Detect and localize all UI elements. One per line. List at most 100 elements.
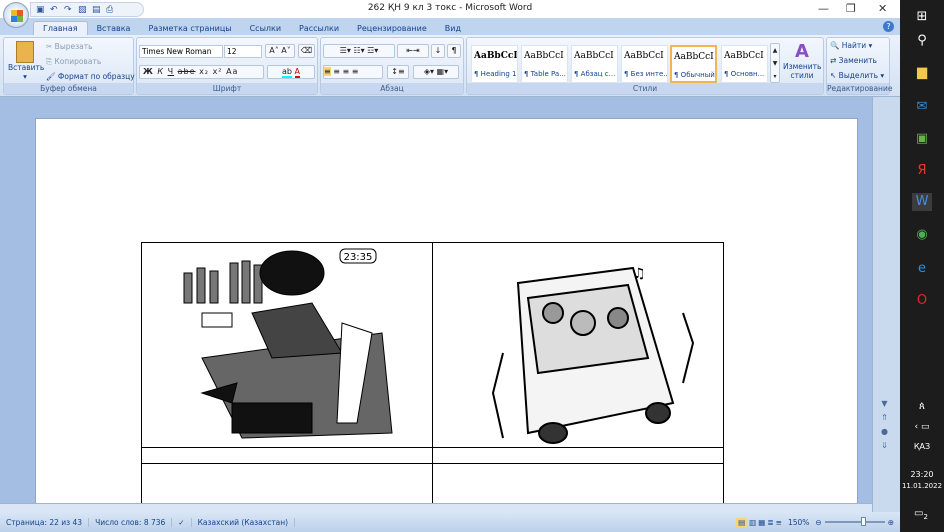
tab-view[interactable]: Вид xyxy=(436,22,470,36)
vertical-scrollbar[interactable]: ▼ ⇑ ● ⇓ xyxy=(872,97,900,512)
font-name-select[interactable]: Times New Roman xyxy=(139,45,223,58)
tab-references[interactable]: Ссылки xyxy=(241,22,290,36)
zoom-in-icon[interactable]: ⊕ xyxy=(888,518,894,527)
language[interactable]: Казахский (Казахстан) xyxy=(192,517,296,527)
font-size-select[interactable]: 12 xyxy=(224,45,262,58)
clear-format-icon[interactable]: ⌫ xyxy=(298,44,315,58)
highlight-color-button[interactable]: ab A xyxy=(267,65,315,79)
change-styles-button[interactable]: A Изменить стили xyxy=(783,41,821,80)
sort-icon[interactable]: ↓ xyxy=(431,44,445,58)
style-body[interactable]: AaBbCcI ¶ Основн... xyxy=(721,45,768,83)
undo-icon[interactable]: ↶ xyxy=(50,5,60,15)
underline-button[interactable]: Ч xyxy=(168,67,174,76)
opera-icon[interactable]: O xyxy=(912,292,932,310)
print-layout-icon[interactable]: ▤ xyxy=(736,517,748,527)
format-painter-button[interactable]: 🖌 Формат по образцу xyxy=(46,72,135,81)
svg-text:♫: ♫ xyxy=(633,266,646,282)
copy-button[interactable]: ⎘ Копировать xyxy=(46,57,101,67)
line-spacing-icon[interactable]: ↕≡ xyxy=(387,65,409,79)
start-icon[interactable]: ⊞ xyxy=(912,8,932,26)
styles-scroll[interactable]: ▲ ▼ ▾ xyxy=(770,43,780,83)
clock-date[interactable]: 11.01.2022 xyxy=(900,482,944,490)
editing-group: 🔍 Найти ▾ ⇄ Заменить ↖ Выделить ▾ Редакт… xyxy=(826,37,892,95)
style-no-spacing[interactable]: AaBbCcI ¶ Без инте... xyxy=(621,45,668,83)
yandex-icon[interactable]: Я xyxy=(912,162,932,180)
paragraph-label: Абзац xyxy=(321,83,463,94)
paste-button[interactable]: Вставить ▾ xyxy=(8,41,44,81)
tab-mailings[interactable]: Рассылки xyxy=(290,22,348,36)
chrome-icon[interactable]: ◉ xyxy=(912,226,932,244)
horizontal-scrollbar[interactable] xyxy=(0,503,872,512)
table-cell[interactable] xyxy=(432,447,724,464)
word-count[interactable]: Число слов: 8 736 xyxy=(89,517,173,527)
replace-button[interactable]: ⇄ Заменить xyxy=(830,56,877,65)
browse-buttons[interactable]: ▼ ⇑ ● ⇓ xyxy=(881,397,888,453)
zoom-out-icon[interactable]: ⊖ xyxy=(815,518,821,527)
draft-icon[interactable]: ≡ xyxy=(776,518,782,527)
superscript-button[interactable]: x² xyxy=(213,67,223,76)
styles-icon: A xyxy=(795,41,809,62)
notifications-icon[interactable]: ▭2 xyxy=(914,508,928,521)
change-case-button[interactable]: Aa xyxy=(226,67,238,76)
store-icon[interactable]: ▣ xyxy=(912,130,932,148)
print-icon[interactable]: ⎙ xyxy=(106,5,116,15)
image-icon[interactable]: ▧ xyxy=(78,5,88,15)
tab-review[interactable]: Рецензирование xyxy=(348,22,436,36)
table-cell-bar-image: 23:35 xyxy=(141,242,433,448)
indent-buttons[interactable]: ⇤⇥ xyxy=(397,44,429,58)
clock-time[interactable]: 23:20 xyxy=(900,470,944,479)
find-button[interactable]: 🔍 Найти ▾ xyxy=(830,41,872,50)
list-buttons[interactable]: ☰▾ ☷▾ ☲▾ xyxy=(323,44,395,58)
font-color-button[interactable]: A xyxy=(294,67,300,78)
save-icon[interactable]: ▣ xyxy=(36,5,46,15)
redo-icon[interactable]: ↷ xyxy=(64,5,74,15)
file-explorer-icon[interactable]: ▆ xyxy=(912,64,932,82)
clipboard-icon xyxy=(16,41,34,63)
clock-text: 23:35 xyxy=(344,252,373,263)
zoom-level[interactable]: 150% xyxy=(788,518,809,527)
tray-icons[interactable]: ‹ ▭ xyxy=(906,418,938,436)
font-grow-shrink[interactable]: A˄ A˅ xyxy=(265,44,295,58)
edge-icon[interactable]: e xyxy=(912,260,932,278)
tab-page-layout[interactable]: Разметка страницы xyxy=(139,22,240,36)
word-icon[interactable]: W xyxy=(912,193,932,211)
search-icon[interactable]: ⚲ xyxy=(912,32,932,50)
align-buttons[interactable]: ≡ ≡ ≡ ≡ xyxy=(323,65,383,79)
strike-button[interactable]: abe xyxy=(178,67,196,76)
subscript-button[interactable]: x₂ xyxy=(199,67,209,76)
style-table-paragraph[interactable]: AaBbCcI ¶ Table Pa... xyxy=(521,45,568,83)
minimize-button[interactable]: — xyxy=(818,2,829,15)
tab-home[interactable]: Главная xyxy=(33,21,88,36)
pilcrow-button[interactable]: ¶ xyxy=(447,44,461,58)
help-icon[interactable]: ? xyxy=(883,21,894,32)
cut-button[interactable]: ✂ Вырезать xyxy=(46,42,93,51)
style-list-paragraph[interactable]: AaBbCcI ¶ Абзац с... xyxy=(571,45,618,83)
zoom-slider[interactable] xyxy=(824,517,885,526)
spellcheck-icon[interactable]: ✓ xyxy=(172,517,192,527)
outline-icon[interactable]: ≣ xyxy=(767,518,773,527)
table-cell[interactable] xyxy=(141,447,433,464)
mail-icon[interactable]: ✉ xyxy=(912,98,932,116)
align-left-icon[interactable]: ≡ xyxy=(324,67,331,76)
style-normal[interactable]: AaBbCcI ¶ Обычный xyxy=(670,45,717,83)
view-buttons: ▤ ▥ ▦ ≣ ≡ xyxy=(736,517,782,527)
quick-access-toolbar: ▣ ↶ ↷ ▧ ▤ ⎙ xyxy=(30,2,144,17)
document-page[interactable]: 23:35 ♫ xyxy=(35,118,858,524)
style-heading-1[interactable]: AaBbCcI ¶ Heading 1 xyxy=(471,45,518,83)
shading-border-buttons[interactable]: ◈▾ ▦▾ xyxy=(413,65,459,79)
close-button[interactable]: ✕ xyxy=(878,2,887,15)
select-button[interactable]: ↖ Выделить ▾ xyxy=(830,71,884,80)
office-button[interactable] xyxy=(3,2,29,28)
tab-insert[interactable]: Вставка xyxy=(88,22,140,36)
italic-button[interactable]: К xyxy=(157,67,164,76)
keyboard-language[interactable]: ҚАЗ xyxy=(900,442,944,451)
styles-label: Стили xyxy=(467,83,823,94)
full-screen-icon[interactable]: ▥ xyxy=(749,518,756,527)
page-count[interactable]: Страница: 22 из 43 xyxy=(0,517,90,527)
new-doc-icon[interactable]: ▤ xyxy=(92,5,102,15)
ribbon: Вставить ▾ ✂ Вырезать ⎘ Копировать 🖌 Форм… xyxy=(0,35,900,97)
web-layout-icon[interactable]: ▦ xyxy=(758,518,765,527)
bold-button[interactable]: Ж xyxy=(143,67,154,76)
people-icon[interactable]: ጰ xyxy=(912,398,932,416)
restore-button[interactable]: ❐ xyxy=(846,2,856,15)
